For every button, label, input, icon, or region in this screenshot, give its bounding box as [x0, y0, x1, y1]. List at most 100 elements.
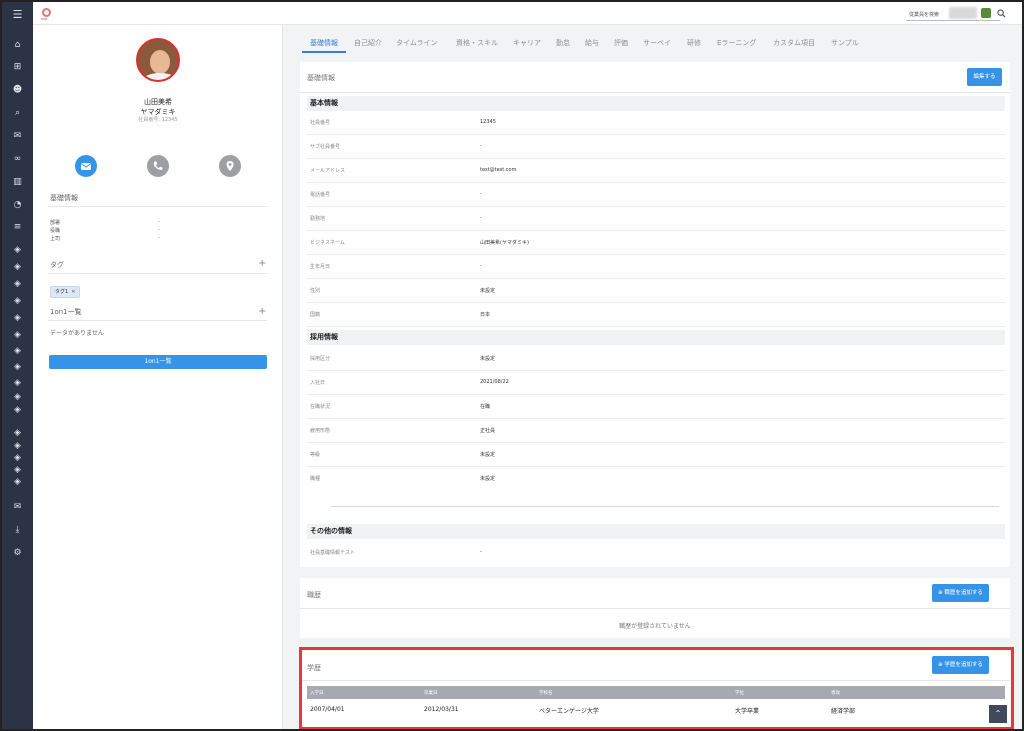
link-icon[interactable]: ∞	[11, 153, 24, 166]
module-icon-2[interactable]: ◈	[11, 261, 24, 274]
field-row: メールアドレス test@test.com	[307, 159, 1005, 183]
download-icon[interactable]: ⤓	[11, 524, 24, 537]
dept-label: 部署	[50, 220, 61, 226]
field-row: 性別 未設定	[307, 279, 1005, 303]
module-icon-6[interactable]: ◈	[11, 329, 24, 342]
field-row: 入社日 2021/08/22	[307, 371, 1005, 395]
user-check-icon[interactable]: ☻	[11, 84, 24, 97]
tab-qualifications[interactable]: 資格・スキル	[456, 38, 498, 48]
profile-panel: 山田美希 ヤマダミキ 社員番号: 12345 - 基礎情報 部署 - 役職 -	[33, 25, 283, 729]
tab-sample[interactable]: サンプル	[831, 38, 859, 48]
tab-attendance[interactable]: 勤怠	[556, 38, 570, 48]
field-label: 在職状況	[310, 404, 331, 410]
tab-elearning[interactable]: Eラーニング	[717, 38, 756, 48]
dept-value: -	[158, 219, 160, 225]
scroll-to-top-chevron-up-icon[interactable]: ⌃	[989, 705, 1007, 723]
module-icon-5[interactable]: ◈	[11, 312, 24, 325]
main-content: 基礎情報 自己紹介 タイムライン 資格・スキル キャリア 勤怠 給与 評価 サー…	[283, 25, 1022, 729]
tag-chip[interactable]: タグ1 ✕	[50, 286, 81, 298]
search-icon[interactable]: ⌕	[11, 107, 24, 120]
user-name-blurred[interactable]	[949, 7, 977, 19]
field-label: 雇用形態	[310, 428, 331, 434]
search-icon[interactable]	[997, 9, 1006, 18]
field-label: 入社日	[310, 380, 326, 386]
profile-name: 山田美希	[144, 98, 172, 106]
logo-icon[interactable]	[42, 8, 51, 17]
field-value: 2021/08/22	[480, 379, 509, 385]
module-icon-11[interactable]: ◈	[11, 404, 24, 417]
field-row: 国籍 日本	[307, 303, 1005, 327]
field-value: 未設定	[480, 476, 496, 482]
field-row: 生年月日 -	[307, 255, 1005, 279]
tab-basic-info[interactable]: 基礎情報	[310, 38, 338, 48]
employee-number: 社員番号: 12345	[138, 117, 178, 123]
email-button[interactable]	[75, 155, 97, 177]
module-icon-12[interactable]: ◈	[11, 427, 24, 440]
field-row: 社員基礎情報テスト -	[307, 541, 1005, 565]
mail-icon[interactable]: ✉	[11, 501, 24, 514]
button-label: 職歴を追加する	[944, 590, 983, 596]
icon-rail: ☰ ⌂ ⊞ ☻ ⌕ ✉ ∞ ▥ ◔ ≡ ◈ ◈ ◈ ◈ ◈ ◈ ◈ ◈ ◈ ◈ …	[2, 2, 33, 729]
field-row: 等級 未設定	[307, 443, 1005, 467]
tab-timeline[interactable]: タイムライン	[396, 38, 438, 48]
add-work-history-button[interactable]: ⊕ 職歴を追加する	[932, 584, 989, 602]
field-row: ビジネスネーム 山田美希(ヤマダミキ)	[307, 231, 1005, 255]
field-value: test@test.com	[480, 167, 517, 173]
field-row: 社員番号 12345	[307, 111, 1005, 135]
add-oneonone-plus-icon[interactable]: +	[258, 307, 266, 317]
tab-self-intro[interactable]: 自己紹介	[354, 38, 382, 48]
module-icon-8[interactable]: ◈	[11, 361, 24, 374]
chat-icon[interactable]: ✉	[11, 130, 24, 143]
divider	[331, 506, 999, 507]
oneonone-list-button[interactable]: 1on1一覧	[49, 355, 267, 369]
menu-icon[interactable]: ☰	[11, 8, 24, 21]
oneonone-title: 1on1一覧	[50, 308, 82, 316]
field-value: -	[480, 549, 482, 555]
module-icon-7[interactable]: ◈	[11, 345, 24, 358]
module-icon-9[interactable]: ◈	[11, 377, 24, 390]
basic-info-title: 基礎情報	[50, 194, 78, 202]
card-header: 基礎情報 編集する	[300, 62, 1010, 93]
edit-button[interactable]: 編集する	[967, 68, 1002, 86]
field-label: サブ社員番号	[310, 144, 341, 150]
field-value: 未設定	[480, 452, 496, 458]
location-button[interactable]	[219, 155, 241, 177]
field-value: -	[480, 263, 482, 269]
module-icon-1[interactable]: ◈	[11, 244, 24, 257]
field-label: 性別	[310, 288, 321, 294]
field-label: 採用区分	[310, 356, 331, 362]
tab-salary[interactable]: 給与	[585, 38, 599, 48]
module-icon-3[interactable]: ◈	[11, 278, 24, 291]
logo-text: HRB	[41, 17, 48, 21]
tab-survey[interactable]: サーベイ	[643, 38, 671, 48]
field-label: 勤務地	[310, 216, 326, 222]
module-icon-4[interactable]: ◈	[11, 295, 24, 308]
org-chart-icon[interactable]: ⊞	[11, 61, 24, 74]
field-row: 職種 未設定	[307, 467, 1005, 491]
tab-training[interactable]: 研修	[687, 38, 701, 48]
bar-chart-icon[interactable]: ▥	[11, 176, 24, 189]
dashboard-icon[interactable]: ◔	[11, 199, 24, 212]
card-title: 職歴	[307, 591, 321, 599]
divider	[48, 320, 267, 321]
module-icon-16[interactable]: ◈	[11, 476, 24, 489]
tab-custom-fields[interactable]: カスタム項目	[773, 38, 815, 48]
tab-evaluation[interactable]: 評価	[614, 38, 628, 48]
list-icon[interactable]: ≡	[11, 221, 24, 234]
tab-career[interactable]: キャリア	[513, 38, 541, 48]
empty-history-text: 職歴が登録されていません	[619, 623, 691, 630]
module-icon-10[interactable]: ◈	[11, 391, 24, 404]
field-label: 国籍	[310, 312, 321, 318]
phone-button[interactable]	[147, 155, 169, 177]
field-label: 職種	[310, 476, 321, 482]
field-value: 正社員	[480, 428, 496, 434]
position-value: -	[158, 227, 160, 233]
gear-icon[interactable]: ⚙	[11, 547, 24, 560]
basic-info-card: 基礎情報 編集する 基本情報 社員番号 12345 サブ社員番号 - メールアドレス…	[300, 62, 1010, 567]
add-tag-plus-icon[interactable]: +	[258, 259, 266, 269]
user-avatar[interactable]	[981, 8, 991, 18]
field-value: -	[480, 191, 482, 197]
group-basic-info: 基本情報	[307, 96, 1005, 111]
home-icon[interactable]: ⌂	[11, 39, 24, 52]
remove-tag-close-icon[interactable]: ✕	[71, 289, 75, 295]
